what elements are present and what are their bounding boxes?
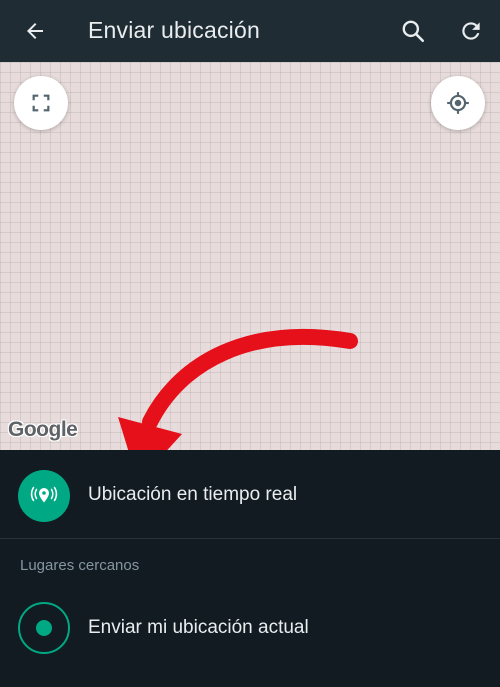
map-view[interactable]: Google bbox=[0, 62, 500, 450]
page-title: Enviar ubicación bbox=[88, 17, 260, 43]
refresh-button[interactable] bbox=[456, 16, 486, 46]
send-current-location-label: Enviar mi ubicación actual bbox=[88, 617, 309, 638]
arrow-left-icon bbox=[27, 23, 43, 39]
google-attribution: Google bbox=[8, 418, 78, 441]
app-bar: Enviar ubicación bbox=[0, 0, 500, 62]
nearby-places-header: Lugares cercanos bbox=[20, 557, 140, 574]
send-current-location-item[interactable]: Enviar mi ubicación actual bbox=[0, 592, 500, 664]
back-button[interactable] bbox=[20, 16, 50, 46]
live-location-label: Ubicación en tiempo real bbox=[88, 484, 298, 505]
live-location-icon bbox=[30, 486, 58, 503]
annotation-arrow bbox=[118, 329, 358, 450]
search-icon bbox=[402, 20, 425, 43]
radio-target-dot bbox=[36, 620, 52, 636]
search-button[interactable] bbox=[398, 16, 428, 46]
live-location-icon-circle bbox=[18, 470, 70, 522]
radio-target-icon bbox=[18, 602, 70, 654]
refresh-icon bbox=[462, 22, 480, 40]
live-location-item[interactable]: Ubicación en tiempo real bbox=[0, 450, 500, 539]
